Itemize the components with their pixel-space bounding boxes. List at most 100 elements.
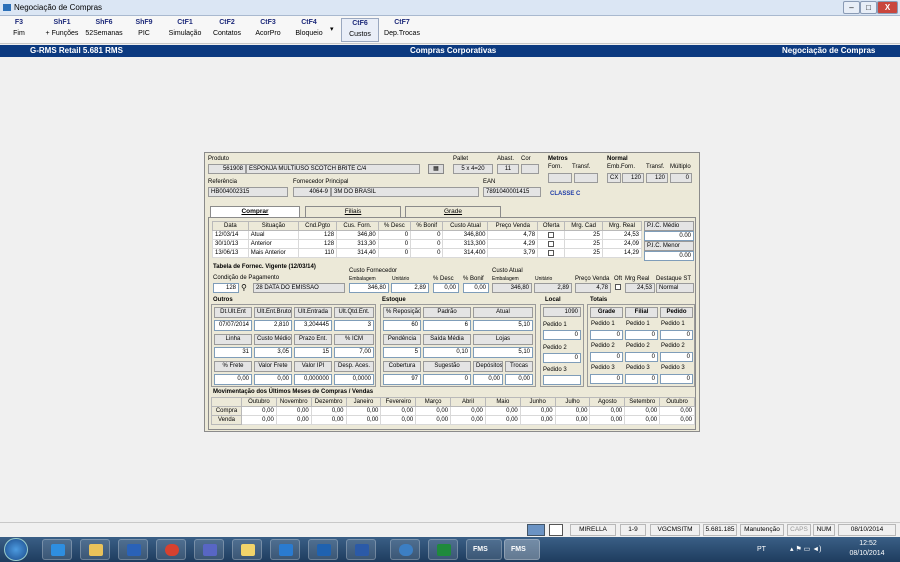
movimentacao-title: Movimentação dos Últimos Meses de Compra…: [213, 389, 374, 395]
history-cell: 13/06/13: [212, 248, 249, 258]
oferta-checkbox[interactable]: [548, 240, 555, 247]
bonif-value[interactable]: 0,00: [463, 283, 489, 293]
history-row[interactable]: 13/06/13 Mais Anterior 110 314,40 0 0 314,400 3…: [212, 248, 643, 258]
mov-venda-cell: 0,00: [624, 415, 661, 425]
mov-month-header: Abril: [450, 397, 486, 407]
dropdown-arrow-icon[interactable]: ▾: [330, 25, 334, 33]
multiplo-label: Múltiplo: [670, 164, 691, 170]
history-cell: 346,800: [442, 230, 489, 240]
totais-col-header: Pedido: [660, 307, 693, 318]
mov-month-header: Janeiro: [345, 397, 382, 407]
toolbar-btn-deptrocas[interactable]: CtF7 Dep.Trocas: [383, 18, 421, 42]
custo-forn-emb[interactable]: 346,80: [349, 283, 389, 293]
outros-label: Valor IPI: [294, 361, 332, 372]
produto-codigo[interactable]: 561908: [208, 164, 246, 174]
toolbar-btn-funcoes[interactable]: ShF1 + Funções: [42, 18, 82, 42]
history-cell: 30/10/13: [212, 239, 249, 249]
lync-taskbar-icon[interactable]: [270, 539, 300, 560]
estoque-label: Saída Média: [423, 334, 471, 345]
estoque-value: 60: [383, 320, 421, 331]
btn-label: Contatos: [212, 30, 242, 37]
estoque-label: Atual: [473, 307, 533, 318]
word-taskbar-icon[interactable]: [346, 539, 376, 560]
start-button[interactable]: [4, 538, 28, 561]
metros-label: Metros: [548, 156, 568, 162]
close-button[interactable]: X: [877, 1, 898, 14]
toolbar-btn-fim[interactable]: F3 Fim: [4, 18, 34, 42]
tab-grade[interactable]: Grade: [405, 206, 501, 217]
outros-label: Últ.Qtd.Ent.: [334, 307, 374, 318]
lookup-icon[interactable]: ▦: [428, 164, 444, 174]
binoculars-icon[interactable]: ⚲: [241, 283, 247, 292]
local-pedido1-label: Pedido 1: [543, 322, 567, 328]
local-box: 1090 Pedido 1 0 Pedido 2 0 Pedido 3: [540, 304, 584, 387]
toolbar-btn-52semanas[interactable]: ShF6 52Semanas: [84, 18, 124, 42]
history-row[interactable]: 30/10/13 Anterior 128 313,30 0 0 313,300 4,29 25…: [212, 239, 643, 249]
totais-pedido-value: 0: [625, 330, 658, 340]
history-cell: 0: [410, 248, 444, 258]
outros-value: 2,810: [254, 320, 292, 331]
explorer-taskbar-icon[interactable]: [80, 539, 110, 560]
toolbar-btn-contatos[interactable]: CtF2 Contatos: [209, 18, 245, 42]
estoque-value: 6: [423, 320, 471, 331]
local-pedido3-input[interactable]: [543, 375, 581, 385]
fornecedor-label: Fornecedor Principal: [293, 179, 349, 185]
bonif-label: % Bonif: [463, 276, 484, 282]
totais-pedido-value: 0: [625, 352, 658, 362]
pallet-label: Pallet: [453, 156, 469, 162]
tray-icons[interactable]: ▴ ⚑ ▭ ◄): [790, 545, 822, 553]
clock-date[interactable]: 08/10/2014: [842, 550, 892, 557]
oferta-checkbox[interactable]: [615, 284, 621, 291]
minimize-button[interactable]: –: [843, 1, 860, 14]
status-caps: CAPS: [787, 524, 811, 536]
local-pedido2-input[interactable]: 0: [543, 353, 581, 363]
custo-forn-unit[interactable]: 2,89: [391, 283, 429, 293]
oferta-checkbox[interactable]: [548, 249, 555, 256]
keyboard-icon: [527, 524, 545, 536]
clock-time[interactable]: 12:52: [848, 540, 888, 547]
media-taskbar-icon[interactable]: [118, 539, 148, 560]
history-cell: 3,79: [487, 248, 539, 258]
history-row[interactable]: 12/03/14 Atual 128 346,80 0 0 346,800 4,78 25 24,…: [212, 230, 643, 240]
notes-taskbar-icon[interactable]: [232, 539, 262, 560]
tab-filiais[interactable]: Filiais: [305, 206, 401, 217]
toolbar-btn-custos[interactable]: CtF6 Custos: [341, 18, 379, 42]
maximize-button[interactable]: □: [860, 1, 877, 14]
fms-taskbar-button-1[interactable]: FMS: [466, 539, 502, 560]
local-pedido1-input[interactable]: 0: [543, 330, 581, 340]
emb-forn-value: 120: [622, 173, 644, 183]
window-title: Negociação de Compras: [14, 3, 103, 12]
history-cell: 24,09: [601, 239, 643, 249]
mov-compra-cell: 0,00: [415, 406, 452, 416]
preco-venda-label: Preço Venda: [575, 276, 610, 282]
mov-month-header: Dezembro: [310, 397, 347, 407]
history-cell: Atual: [247, 230, 300, 240]
toolbar-btn-acorpro[interactable]: CtF3 AcorPro: [251, 18, 285, 42]
excel-taskbar-icon[interactable]: [428, 539, 458, 560]
language-indicator[interactable]: PT: [757, 546, 766, 553]
header-app-name: G-RMS Retail 5.681 RMS: [30, 46, 123, 55]
history-cell: 25: [564, 239, 603, 249]
oferta-checkbox[interactable]: [548, 231, 555, 238]
key-label: ShF9: [135, 19, 153, 26]
tab-comprar[interactable]: Comprar: [210, 206, 300, 217]
fms-taskbar-button-2[interactable]: FMS: [504, 539, 540, 560]
cond-pgto-label: Condição de Pagamento: [213, 275, 280, 281]
chrome-taskbar-icon[interactable]: [156, 539, 186, 560]
toolbar-btn-pic[interactable]: ShF9 PIC: [130, 18, 158, 42]
history-cell: 25: [564, 230, 603, 240]
app-taskbar-icon[interactable]: [194, 539, 224, 560]
totais-pedido-label: Pedido 2: [591, 343, 615, 349]
ie-taskbar-icon[interactable]: [42, 539, 72, 560]
desc-value[interactable]: 0,00: [433, 283, 459, 293]
cond-pgto-codigo[interactable]: 128: [213, 283, 239, 293]
outlook-taskbar-icon[interactable]: [308, 539, 338, 560]
mov-compra-cell: 0,00: [310, 406, 347, 416]
toolbar-btn-simulacao[interactable]: CtF1 Simulação: [166, 18, 204, 42]
emb-unidade: CX: [607, 173, 621, 183]
history-cell: 313,30: [336, 239, 379, 249]
network-taskbar-icon[interactable]: [390, 539, 420, 560]
desc-label: % Desc: [433, 276, 454, 282]
toolbar-btn-bloqueio[interactable]: CtF4 Bloqueio: [291, 18, 327, 42]
btn-label: Fim: [13, 30, 25, 37]
